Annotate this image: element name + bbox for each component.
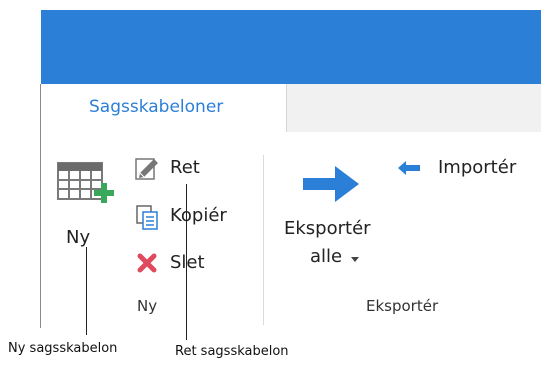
callout-ny-sagsskabelon: Ny sagsskabelon: [8, 341, 118, 356]
group-separator: [263, 155, 264, 325]
delete-icon: [137, 253, 157, 273]
ret-label: Ret: [170, 157, 200, 178]
edit-icon: [135, 158, 158, 180]
tab-label: Sagsskabeloner: [89, 97, 224, 117]
ribbon-left-border: [40, 84, 41, 328]
callout-line-ny: [86, 247, 87, 335]
ny-label: Ny: [66, 227, 91, 248]
eksporter-alle-button[interactable]: Eksportér alle: [277, 158, 387, 284]
eksporter-alle-line1: Eksportér: [284, 218, 371, 239]
importer-button[interactable]: Importér: [398, 152, 541, 186]
ret-button[interactable]: Ret: [134, 152, 244, 186]
callout-ret-sagsskabelon: Ret sagsskabelon: [175, 344, 289, 359]
dropdown-caret-icon: [351, 257, 359, 262]
window-title-bar: [41, 10, 541, 84]
tab-sagsskabeloner[interactable]: Sagsskabeloner: [41, 84, 287, 132]
slet-label: Slet: [170, 252, 205, 273]
group-label-eksporter: Eksportér: [366, 297, 439, 315]
importer-label: Importér: [438, 157, 517, 178]
slet-button[interactable]: Slet: [134, 247, 244, 281]
copy-icon: [136, 205, 158, 230]
callout-line-ret: [186, 184, 187, 340]
eksporter-alle-line2: alle: [310, 246, 343, 267]
arrow-right-icon: [303, 166, 359, 202]
arrow-left-icon: [398, 161, 420, 175]
kopier-button[interactable]: Kopiér: [134, 200, 254, 234]
group-label-ny: Ny: [137, 297, 158, 315]
kopier-label: Kopiér: [170, 205, 227, 226]
new-template-icon: [57, 162, 114, 203]
